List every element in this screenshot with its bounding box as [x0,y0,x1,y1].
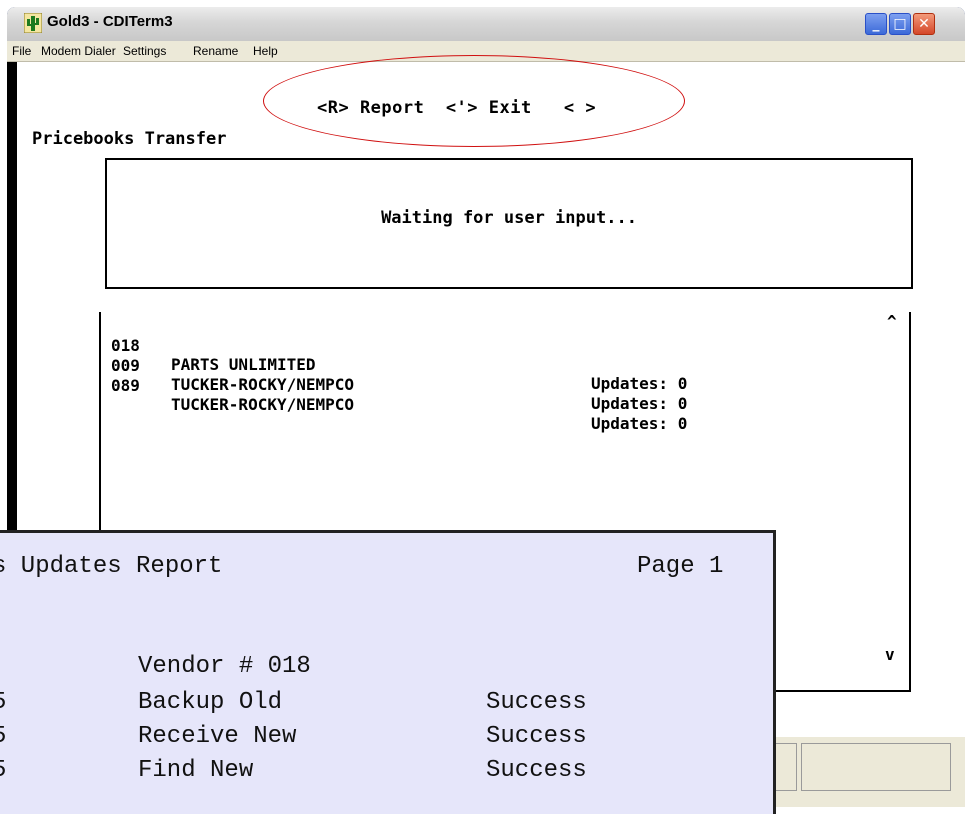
vendor-number: 089 [111,376,140,395]
scroll-down-icon[interactable]: v [885,645,895,664]
maximize-icon: □ [893,16,907,32]
status-message: Waiting for user input... [381,208,637,228]
maximize-button[interactable]: □ [889,13,911,35]
vendor-name: PARTS UNLIMITED [171,355,316,374]
vendor-name: TUCKER-ROCKY/NEMPCO [171,375,355,394]
report-panel: s Updates Report Page 1 Vendor # 018 5 B… [0,530,776,814]
status-box: Waiting for user input... [105,158,913,289]
menu-file[interactable]: File [12,44,31,58]
menu-rename[interactable]: Rename [193,44,238,58]
status-pane [801,743,951,791]
menu-help[interactable]: Help [253,44,278,58]
menu-modem-dialer[interactable]: Modem Dialer [41,44,116,58]
menu-settings[interactable]: Settings [123,44,166,58]
report-step: Receive New [138,723,297,750]
report-result: Success [486,689,587,716]
scroll-up-icon[interactable]: ^ [887,312,897,331]
report-result: Success [486,723,587,750]
report-result: Success [486,757,587,784]
minimize-button[interactable]: _ [865,13,887,35]
close-button[interactable]: ✕ [913,13,935,35]
minimize-icon: _ [872,16,880,32]
window-title: Gold3 - CDITerm3 [47,13,173,30]
vendor-updates: Updates: 0 [591,414,688,433]
report-prefix: 5 [0,689,6,716]
report-vendor: Vendor # 018 [138,653,311,680]
list-item[interactable]: 089 TUCKER-ROCKY/NEMPCO Updates: 0 [111,357,687,452]
cactus-icon [24,13,42,33]
title-bar[interactable]: Gold3 - CDITerm3 _ □ ✕ [7,7,965,42]
report-step: Find New [138,757,254,784]
report-title: s Updates Report [0,553,223,580]
report-page: Page 1 [637,553,724,580]
report-step: Backup Old [138,689,283,716]
vendor-updates: Updates: 0 [591,394,688,413]
screen-title: Pricebooks Transfer [32,129,227,149]
report-prefix: 5 [0,723,6,750]
highlight-annotation [263,55,685,147]
close-icon: ✕ [918,16,930,32]
vendor-updates: Updates: 0 [591,374,688,393]
vendor-name: TUCKER-ROCKY/NEMPCO [171,395,355,414]
report-prefix: 5 [0,757,6,784]
